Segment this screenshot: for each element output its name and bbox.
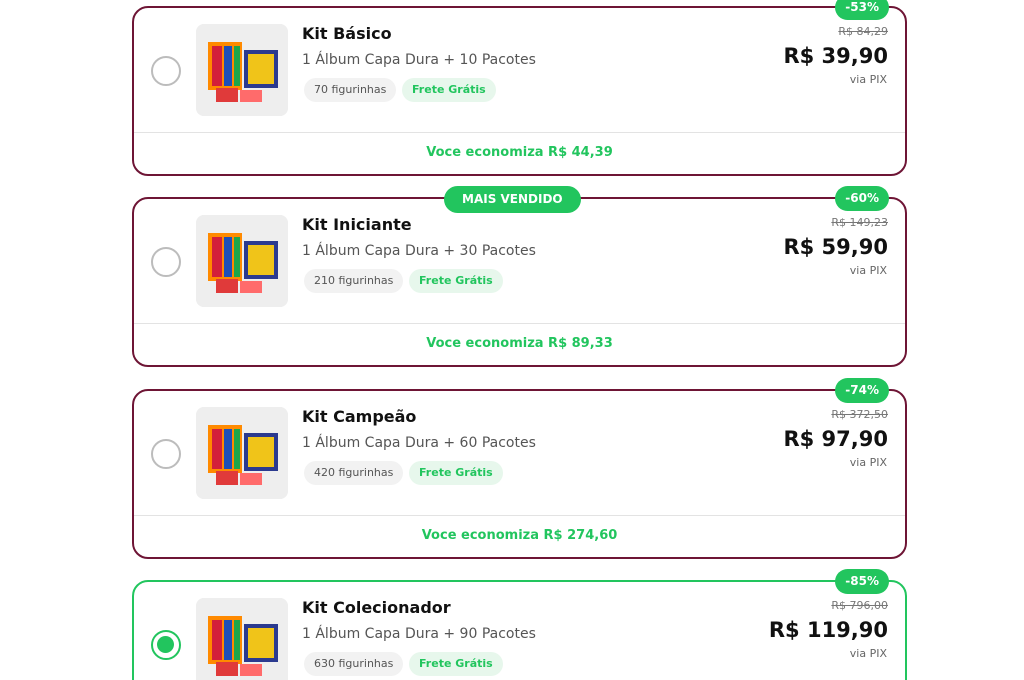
kit-selection-page: Kit Básico 1 Álbum Capa Dura + 10 Pacote… [0, 0, 1024, 680]
kit-card-basico[interactable]: Kit Básico 1 Álbum Capa Dura + 10 Pacote… [132, 0, 907, 176]
stickers-count-chip: 420 figurinhas [304, 461, 404, 485]
discount-badge: -85% [835, 569, 889, 594]
product-kit-image [196, 215, 288, 307]
price: R$ 39,90 [783, 44, 888, 68]
savings-text: Voce economiza R$ 89,33 [426, 336, 613, 351]
card-divider [134, 323, 905, 324]
product-kit-image [196, 598, 288, 680]
discount-badge: -53% [835, 0, 889, 20]
kit-title: Kit Básico [302, 24, 392, 43]
kit-description: 1 Álbum Capa Dura + 10 Pacotes [302, 52, 536, 68]
best-seller-badge: MAIS VENDIDO [444, 186, 581, 213]
payment-method: via PIX [849, 264, 887, 277]
price: R$ 59,90 [783, 235, 888, 259]
discount-badge: -60% [835, 186, 889, 211]
free-shipping-chip: Frete Grátis [409, 461, 503, 485]
old-price: R$ 796,00 [831, 599, 888, 612]
old-price: R$ 372,50 [831, 408, 888, 421]
product-kit-image [196, 24, 288, 116]
free-shipping-chip: Frete Grátis [402, 78, 496, 102]
payment-method: via PIX [849, 73, 887, 86]
stickers-count-chip: 210 figurinhas [304, 269, 404, 293]
kit-description: 1 Álbum Capa Dura + 90 Pacotes [302, 626, 536, 642]
old-price: R$ 149,23 [831, 216, 888, 229]
product-kit-image [196, 407, 288, 499]
kit-title: Kit Colecionador [302, 598, 451, 617]
savings-text: Voce economiza R$ 274,60 [421, 528, 618, 543]
radio-selected-dot [157, 636, 174, 653]
radio-button-icon[interactable] [151, 439, 181, 469]
stickers-count-chip: 70 figurinhas [304, 78, 397, 102]
kit-card-iniciante[interactable]: MAIS VENDIDO Kit Iniciante 1 Álbum Capa … [132, 186, 907, 367]
kit-card-campeao[interactable]: Kit Campeão 1 Álbum Capa Dura + 60 Pacot… [132, 378, 907, 559]
payment-method: via PIX [849, 456, 887, 469]
kit-description: 1 Álbum Capa Dura + 60 Pacotes [302, 435, 536, 451]
payment-method: via PIX [849, 647, 887, 660]
kit-card-colecionador[interactable]: Kit Colecionador 1 Álbum Capa Dura + 90 … [132, 569, 907, 680]
radio-button-icon[interactable] [151, 247, 181, 277]
kit-title: Kit Iniciante [302, 215, 412, 234]
kit-title: Kit Campeão [302, 407, 417, 426]
kit-description: 1 Álbum Capa Dura + 30 Pacotes [302, 243, 536, 259]
price: R$ 119,90 [768, 618, 888, 642]
radio-button-icon[interactable] [151, 630, 181, 660]
stickers-count-chip: 630 figurinhas [304, 652, 404, 676]
radio-button-icon[interactable] [151, 56, 181, 86]
card-divider [134, 132, 905, 133]
card-divider [134, 515, 905, 516]
savings-text: Voce economiza R$ 44,39 [426, 145, 613, 160]
free-shipping-chip: Frete Grátis [409, 269, 503, 293]
price: R$ 97,90 [783, 427, 888, 451]
free-shipping-chip: Frete Grátis [409, 652, 503, 676]
discount-badge: -74% [835, 378, 889, 403]
old-price: R$ 84,29 [838, 25, 888, 38]
